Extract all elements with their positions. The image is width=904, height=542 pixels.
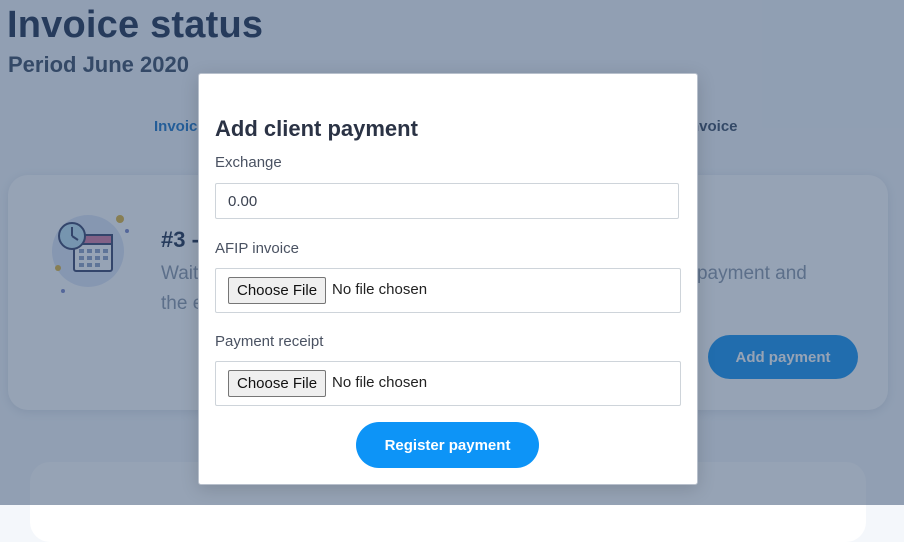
afip-invoice-label: AFIP invoice: [215, 240, 299, 257]
payment-receipt-file-status: No file chosen: [332, 374, 428, 391]
register-payment-button[interactable]: Register payment: [356, 422, 539, 468]
afip-invoice-choose-file-button[interactable]: Choose File: [228, 277, 327, 304]
payment-receipt-label: Payment receipt: [215, 333, 324, 350]
afip-invoice-file-input[interactable]: Choose File No file chosen: [215, 268, 681, 313]
add-client-payment-modal: Add client payment Exchange AFIP invoice…: [198, 73, 698, 485]
afip-invoice-file-status: No file chosen: [332, 281, 428, 298]
payment-receipt-choose-file-button[interactable]: Choose File: [228, 370, 327, 397]
modal-title: Add client payment: [215, 116, 418, 141]
exchange-input[interactable]: [215, 183, 679, 219]
payment-receipt-file-input[interactable]: Choose File No file chosen: [215, 361, 681, 406]
exchange-label: Exchange: [215, 154, 282, 171]
